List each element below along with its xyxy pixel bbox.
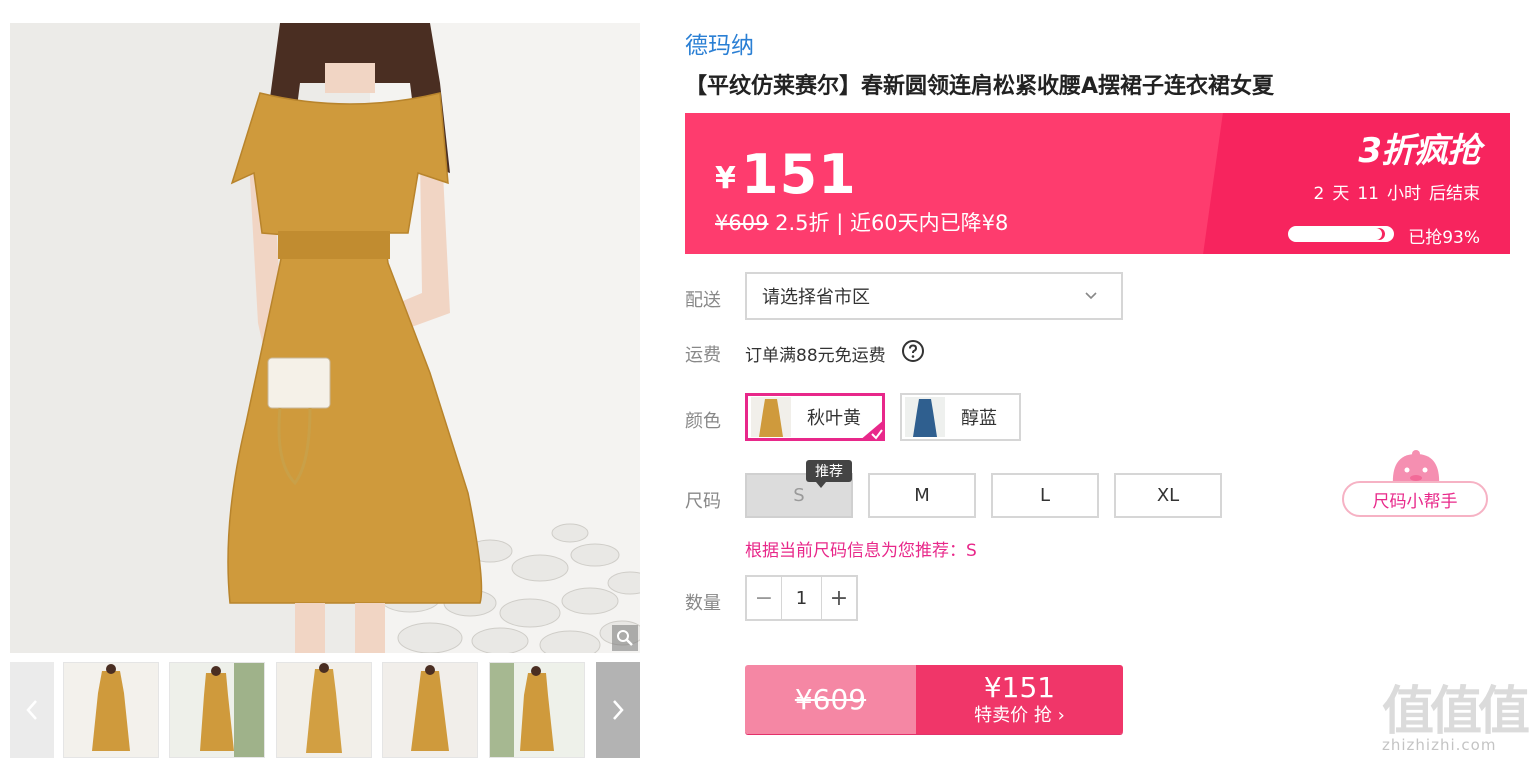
quantity-label: 数量 — [685, 593, 721, 614]
quantity-increase-button[interactable]: + — [822, 577, 856, 619]
chevron-down-icon — [1085, 292, 1097, 300]
sold-progress-label: 已抢93% — [1408, 228, 1480, 248]
chevron-right-icon — [613, 700, 624, 720]
thumbnail-image — [383, 663, 477, 757]
original-price-button[interactable]: ¥609 — [745, 665, 916, 734]
color-swatch-yellow — [751, 397, 791, 437]
thumbnail-image — [170, 663, 264, 757]
selected-check-icon — [859, 419, 885, 441]
countdown-day-unit: 天 — [1332, 184, 1350, 204]
color-option-name: 秋叶黄 — [807, 408, 861, 429]
buy-button-group: ¥609 ¥151 特卖价 抢 › — [745, 665, 1123, 734]
magnifier-icon — [617, 630, 633, 646]
size-helper-button[interactable]: 尺码小帮手 — [1342, 481, 1488, 517]
color-option-name: 醇蓝 — [961, 408, 997, 429]
color-option-mellow-blue[interactable]: 醇蓝 — [900, 393, 1021, 441]
current-price: 151 — [741, 143, 857, 206]
chevron-left-icon — [26, 700, 37, 720]
product-title: 【平纹仿莱赛尔】春新圆领连肩松紧收腰A摆裙子连衣裙女夏 — [685, 74, 1275, 99]
color-label: 颜色 — [685, 411, 721, 432]
thumbnail-4[interactable] — [382, 662, 478, 758]
quantity-decrease-button[interactable]: − — [747, 577, 781, 619]
thumbnail-5[interactable] — [489, 662, 585, 758]
zoom-button[interactable] — [612, 625, 638, 651]
thumbnail-image — [490, 663, 584, 757]
countdown-end-text: 后结束 — [1429, 184, 1480, 204]
freight-text: 订单满88元免运费 — [745, 346, 886, 366]
thumbnail-image — [64, 663, 158, 757]
color-option-autumn-yellow[interactable]: 秋叶黄 — [745, 393, 885, 441]
main-product-image[interactable] — [10, 23, 640, 653]
region-select-placeholder: 请选择省市区 — [762, 287, 870, 308]
size-option-m[interactable]: M — [868, 473, 976, 518]
currency-symbol: ¥ — [715, 161, 736, 196]
buy-price: ¥151 — [983, 670, 1056, 704]
buy-label: 特卖价 抢 › — [974, 704, 1065, 726]
recommend-tag: 推荐 — [806, 460, 852, 488]
thumbnail-strip — [10, 662, 640, 758]
thumbnail-1[interactable] — [63, 662, 159, 758]
countdown-hours: 11 — [1357, 184, 1379, 204]
thumbnail-next-button[interactable] — [596, 662, 640, 758]
delivery-label: 配送 — [685, 290, 721, 311]
watermark-logo: 值值值 — [1382, 682, 1530, 742]
sold-progress-bar — [1288, 226, 1394, 242]
discount-info: 2.5折 | 近60天内已降¥8 — [768, 211, 1009, 235]
size-option-l[interactable]: L — [991, 473, 1099, 518]
brand-link[interactable]: 德玛纳 — [685, 26, 754, 60]
thumbnail-3[interactable] — [276, 662, 372, 758]
thumbnail-2[interactable] — [169, 662, 265, 758]
countdown-hour-unit: 小时 — [1387, 184, 1421, 204]
freight-label: 运费 — [685, 345, 721, 366]
original-price: ¥609 — [715, 211, 769, 235]
quantity-stepper: − 1 + — [745, 575, 858, 621]
buy-now-button[interactable]: ¥151 特卖价 抢 › — [916, 665, 1123, 734]
sold-progress-fill — [1290, 228, 1385, 240]
price-detail: ¥609 2.5折 | 近60天内已降¥8 — [715, 207, 1008, 237]
region-select[interactable]: 请选择省市区 — [745, 272, 1123, 320]
quantity-input[interactable]: 1 — [781, 577, 822, 619]
promo-title: 3折疯抢 — [1358, 131, 1481, 171]
size-option-xl[interactable]: XL — [1114, 473, 1222, 518]
thumbnail-image — [277, 663, 371, 757]
size-recommend-text: 根据当前尺码信息为您推荐：S — [745, 541, 977, 561]
size-label: 尺码 — [685, 491, 721, 512]
site-watermark: 值值值 zhizhizhi.com — [1382, 682, 1530, 754]
price-banner: ¥ 151 ¥609 2.5折 | 近60天内已降¥8 3折疯抢 2 天 11 小时后… — [685, 113, 1510, 254]
dress-photo — [10, 23, 640, 653]
help-icon[interactable] — [901, 339, 925, 363]
thumbnail-prev-button[interactable] — [10, 662, 54, 758]
countdown: 2 天 11 小时 后结束 — [1306, 179, 1480, 204]
color-swatch-blue — [905, 397, 945, 437]
countdown-days: 2 — [1313, 184, 1325, 204]
